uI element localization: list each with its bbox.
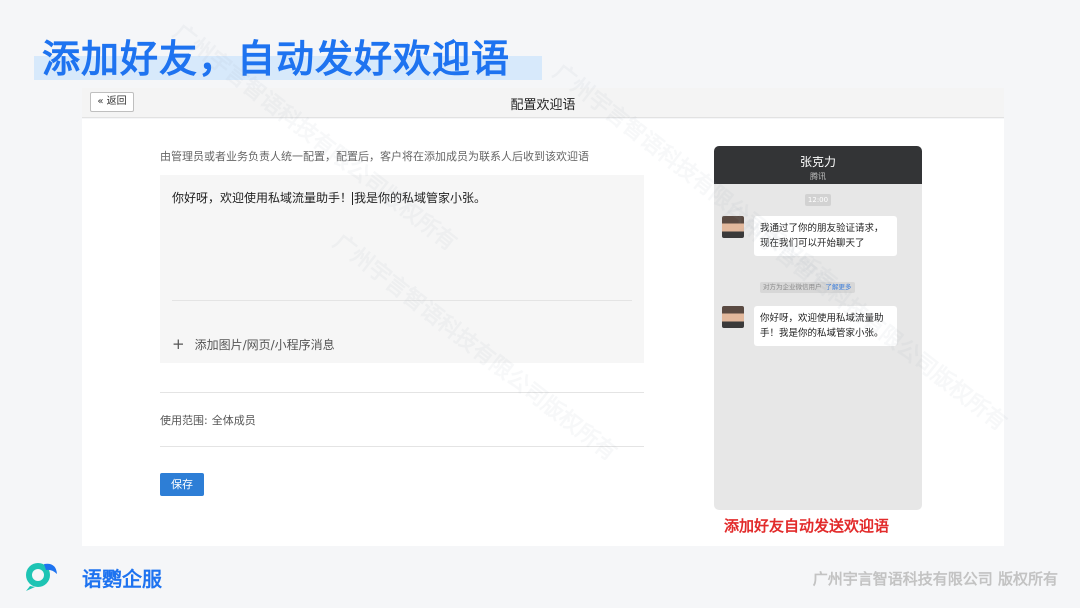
editor-divider bbox=[172, 300, 632, 301]
wecom-notice: 对方为企业微信用户 了解更多 bbox=[760, 282, 855, 293]
avatar bbox=[722, 216, 744, 238]
brand-logo-icon bbox=[26, 563, 57, 591]
preview-caption: 添加好友自动发送欢迎语 bbox=[724, 517, 890, 535]
contact-name: 张克力 bbox=[799, 155, 836, 169]
contact-organization: 腾讯 bbox=[810, 172, 826, 181]
plus-icon: + bbox=[172, 335, 185, 353]
config-panel: 由管理员或者业务负责人统一配置，配置后，客户将在添加成员为联系人后收到该欢迎语 … bbox=[82, 119, 1004, 546]
message-text-after-caret: 我是你的私域管家小张。 bbox=[354, 191, 487, 205]
chat-header: 张克力 腾讯 bbox=[714, 146, 922, 184]
usage-scope-label: 使用范围: bbox=[160, 414, 208, 427]
chat-preview: 张克力 腾讯 12:00 我通过了你的朋友验证请求，现在我们可以开始聊天了 对方… bbox=[714, 146, 922, 510]
slide-headline: 添加好友，自动发好欢迎语 bbox=[42, 37, 511, 81]
chat-bubble-welcome: 你好呀，欢迎使用私域流量助手！我是你的私域管家小张。 bbox=[754, 306, 897, 346]
message-text-before-caret: 你好呀，欢迎使用私域流量助手！ bbox=[172, 191, 353, 205]
avatar bbox=[722, 306, 744, 328]
text-caret bbox=[352, 192, 354, 205]
section-divider bbox=[160, 392, 644, 393]
add-media-button[interactable]: + 添加图片/网页/小程序消息 bbox=[172, 335, 335, 353]
message-time: 12:00 bbox=[805, 194, 831, 206]
welcome-message-editor[interactable]: 你好呀，欢迎使用私域流量助手！ 我是你的私域管家小张。 + 添加图片/网页/小程序消… bbox=[160, 175, 644, 363]
save-button[interactable]: 保存 bbox=[160, 473, 204, 496]
brand-name: 语鹦企服 bbox=[82, 567, 162, 591]
welcome-message-text[interactable]: 你好呀，欢迎使用私域流量助手！ 我是你的私域管家小张。 bbox=[172, 189, 632, 207]
top-bar: « 返回 配置欢迎语 bbox=[82, 88, 1004, 118]
chat-bubble-verification: 我通过了你的朋友验证请求，现在我们可以开始聊天了 bbox=[754, 216, 897, 256]
usage-scope-value[interactable]: 全体成员 bbox=[212, 414, 256, 427]
config-description: 由管理员或者业务负责人统一配置，配置后，客户将在添加成员为联系人后收到该欢迎语 bbox=[160, 150, 589, 163]
section-divider bbox=[160, 446, 644, 447]
add-media-label: 添加图片/网页/小程序消息 bbox=[194, 338, 335, 352]
page-title: 配置欢迎语 bbox=[510, 98, 576, 113]
copyright-text: 广州宇言智语科技有限公司 版权所有 bbox=[812, 570, 1058, 588]
learn-more-link[interactable]: 了解更多 bbox=[826, 283, 852, 291]
notice-text: 对方为企业微信用户 bbox=[763, 283, 822, 291]
usage-scope: 使用范围: 全体成员 bbox=[160, 412, 256, 428]
